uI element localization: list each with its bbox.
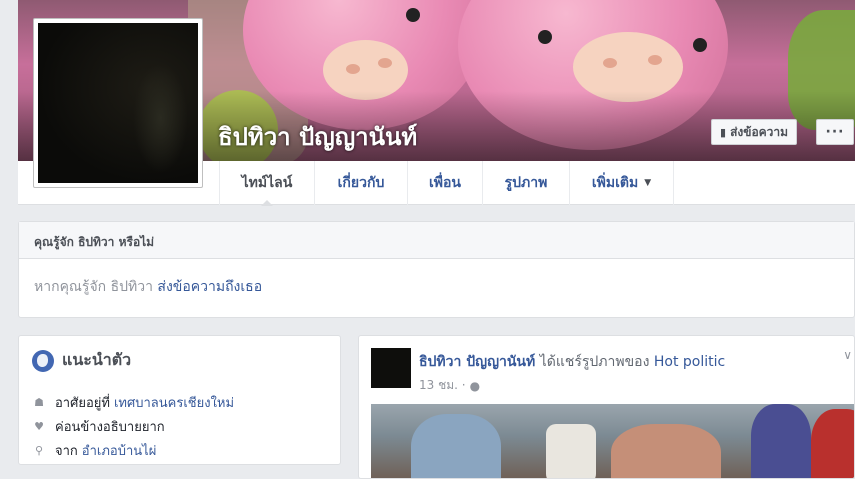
hometown-link[interactable]: อำเภอบ้านไผ่ — [82, 440, 157, 461]
tab-more[interactable]: เพิ่มเติม ▼ — [569, 161, 674, 205]
do-you-know-heading: คุณรู้จัก ธิปทิวา หรือไม่ — [19, 222, 854, 259]
heart-icon: ♥ — [34, 420, 44, 433]
post-action-text: ได้แชร์รูปภาพของ — [539, 354, 650, 370]
post-header: ธิปทิวา ปัญญานันท์ ได้แชร์รูปภาพของ Hot … — [419, 351, 725, 373]
ellipsis-icon: ··· — [825, 124, 845, 140]
intro-item-from: ⚲ จาก อำเภอบ้านไผ่ — [33, 440, 156, 461]
send-message-label: ส่งข้อความ — [730, 124, 789, 139]
message-icon: ▮ — [720, 125, 727, 139]
home-icon: ☗ — [34, 396, 44, 409]
public-globe-icon: ● — [469, 378, 481, 393]
post-page-link[interactable]: Hot politic — [654, 354, 725, 370]
do-you-know-box: คุณรู้จัก ธิปทิวา หรือไม่ หากคุณรู้จัก ธ… — [18, 221, 855, 318]
post-photo[interactable] — [371, 404, 854, 478]
profile-picture[interactable] — [33, 18, 203, 188]
do-you-know-body: หากคุณรู้จัก ธิปทิวา ส่งข้อความถึงเธอ — [19, 259, 854, 315]
intro-title: แนะนำตัว — [32, 348, 131, 373]
send-message-button[interactable]: ▮ ส่งข้อความ — [711, 119, 798, 145]
post-author-link[interactable]: ธิปทิวา ปัญญานันท์ — [419, 354, 535, 370]
lives-in-link[interactable]: เทศบาลนครเชียงใหม่ — [114, 392, 234, 413]
post-author-avatar[interactable] — [371, 348, 411, 388]
intro-card: แนะนำตัว ☗ อาศัยอยู่ที่ เทศบาลนครเชียงให… — [18, 335, 341, 465]
tab-photos[interactable]: รูปภาพ — [482, 161, 569, 205]
send-message-link[interactable]: ส่งข้อความถึงเธอ — [157, 279, 262, 295]
post-timestamp[interactable]: 13 ชม. · — [419, 376, 466, 395]
do-you-know-text: หากคุณรู้จัก ธิปทิวา — [34, 279, 153, 295]
tab-friends[interactable]: เพื่อน — [407, 161, 482, 205]
post-options-chevron-icon[interactable]: ∨ — [843, 348, 852, 362]
caret-down-icon: ▼ — [644, 178, 652, 188]
tab-timeline[interactable]: ไทม์ไลน์ — [219, 161, 314, 206]
globe-icon — [32, 349, 54, 372]
profile-name[interactable]: ธิปทิวา ปัญญานันท์ — [218, 117, 417, 156]
post-meta: 13 ชม. · ● — [419, 376, 480, 395]
timeline-post: ธิปทิวา ปัญญานันท์ ได้แชร์รูปภาพของ Hot … — [358, 335, 855, 479]
intro-item-lives-in: ☗ อาศัยอยู่ที่ เทศบาลนครเชียงใหม่ — [33, 392, 234, 413]
intro-item-relationship: ♥ ค่อนข้างอธิบายยาก — [34, 420, 165, 435]
more-options-button[interactable]: ··· — [816, 119, 854, 145]
location-pin-icon: ⚲ — [34, 444, 44, 457]
tab-about[interactable]: เกี่ยวกับ — [314, 161, 407, 205]
